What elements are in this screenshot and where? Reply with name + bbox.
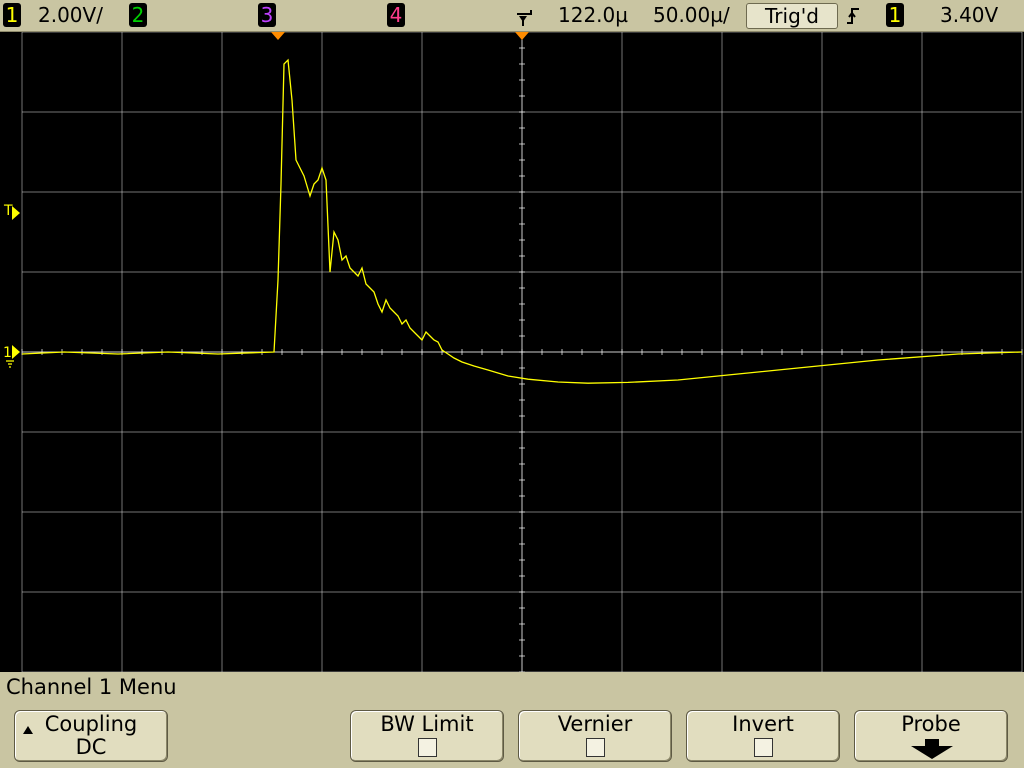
channel-1-indicator[interactable]: 1 bbox=[3, 3, 21, 27]
invert-softkey[interactable]: Invert bbox=[686, 710, 840, 762]
status-bar: 1 2.00V/ 2 3 4 122.0µ 50.00µ/ Trig'd 1 3… bbox=[0, 0, 1024, 32]
horizontal-delay: 122.0µ bbox=[558, 3, 628, 27]
waveform-display: T 1 bbox=[0, 31, 1024, 673]
ground-marker-arrow bbox=[12, 345, 20, 359]
bw-limit-softkey[interactable]: BW Limit bbox=[350, 710, 504, 762]
trigger-position-marker bbox=[271, 32, 285, 40]
vernier-checkbox[interactable] bbox=[585, 738, 605, 757]
probe-softkey[interactable]: Probe bbox=[854, 710, 1008, 762]
rising-edge-icon bbox=[846, 6, 860, 26]
bw-limit-checkbox[interactable] bbox=[417, 738, 437, 757]
down-arrow-icon bbox=[907, 739, 957, 759]
horizontal-timebase: 50.00µ/ bbox=[653, 3, 730, 27]
invert-checkbox[interactable] bbox=[753, 738, 773, 757]
channel-2-indicator[interactable]: 2 bbox=[129, 3, 147, 27]
delay-reference-icon bbox=[515, 4, 535, 28]
channel-1-scale: 2.00V/ bbox=[38, 3, 103, 27]
vernier-softkey[interactable]: Vernier bbox=[518, 710, 672, 762]
channel-4-indicator[interactable]: 4 bbox=[387, 3, 405, 27]
trigger-status-badge: Trig'd bbox=[746, 3, 838, 29]
channel-3-indicator[interactable]: 3 bbox=[258, 3, 276, 27]
delay-reference-marker bbox=[515, 32, 529, 40]
vernier-label: Vernier bbox=[557, 712, 633, 736]
trigger-level: 3.40V bbox=[940, 3, 999, 27]
waveform-graticule: T 1 bbox=[3, 31, 1023, 673]
invert-label: Invert bbox=[732, 712, 794, 736]
ground-symbol-icon bbox=[6, 360, 14, 368]
ground-marker: 1 bbox=[3, 345, 12, 361]
trigger-source-indicator: 1 bbox=[886, 3, 904, 27]
coupling-softkey[interactable]: Coupling DC bbox=[14, 710, 168, 762]
coupling-label: Coupling bbox=[44, 712, 138, 736]
trigger-level-marker: T bbox=[3, 203, 13, 219]
coupling-value: DC bbox=[75, 735, 107, 759]
bw-limit-label: BW Limit bbox=[380, 712, 474, 736]
menu-title: Channel 1 Menu bbox=[6, 675, 177, 699]
probe-label: Probe bbox=[901, 712, 961, 736]
up-triangle-icon bbox=[23, 719, 33, 734]
trigger-level-marker-arrow bbox=[12, 206, 20, 220]
